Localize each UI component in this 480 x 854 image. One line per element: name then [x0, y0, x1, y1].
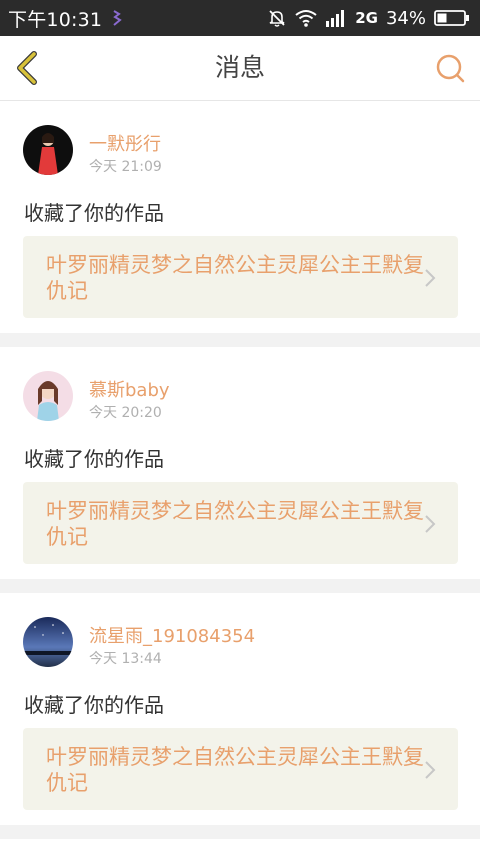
search-button[interactable] — [434, 52, 466, 84]
search-icon — [436, 54, 465, 83]
avatar[interactable] — [23, 125, 73, 175]
status-bar: 下午10:31 2G 34% — [0, 0, 480, 36]
work-link[interactable]: 叶罗丽精灵梦之自然公主灵犀公主王默复仇记 — [23, 482, 458, 564]
battery-percent: 34% — [385, 7, 426, 29]
page-title: 消息 — [214, 53, 265, 82]
username[interactable]: 流星雨_191084354 — [89, 622, 255, 648]
status-time: 下午10:31 — [8, 8, 103, 31]
work-title: 叶罗丽精灵梦之自然公主灵犀公主王默复仇记 — [46, 253, 424, 303]
message-card: 流星雨_191084354 今天 13:44 收藏了你的作品 叶罗丽精灵梦之自然… — [0, 593, 480, 825]
username[interactable]: 慕斯baby — [89, 376, 170, 402]
action-text: 收藏了你的作品 — [24, 693, 164, 717]
work-link[interactable]: 叶罗丽精灵梦之自然公主灵犀公主王默复仇记 — [23, 236, 458, 318]
header-bar: 消息 — [0, 36, 480, 101]
work-link[interactable]: 叶罗丽精灵梦之自然公主灵犀公主王默复仇记 — [23, 728, 458, 810]
chevron-right-icon — [425, 269, 436, 287]
work-title: 叶罗丽精灵梦之自然公主灵犀公主王默复仇记 — [46, 745, 424, 795]
app-notification-icon — [110, 10, 122, 26]
message-card: 慕斯baby 今天 20:20 收藏了你的作品 叶罗丽精灵梦之自然公主灵犀公主王… — [0, 347, 480, 579]
work-title: 叶罗丽精灵梦之自然公主灵犀公主王默复仇记 — [46, 499, 424, 549]
message-card-partial — [0, 839, 480, 854]
avatar[interactable] — [23, 617, 73, 667]
timestamp: 今天 13:44 — [89, 651, 162, 667]
timestamp: 今天 21:09 — [89, 159, 162, 175]
battery-icon — [434, 9, 470, 27]
chevron-right-icon — [425, 515, 436, 533]
chevron-right-icon — [425, 761, 436, 779]
action-text: 收藏了你的作品 — [24, 201, 164, 225]
timestamp: 今天 20:20 — [89, 405, 162, 421]
network-type: 2G — [355, 9, 378, 27]
username[interactable]: 一默彤行 — [89, 130, 161, 156]
avatar[interactable] — [23, 371, 73, 421]
action-text: 收藏了你的作品 — [24, 447, 164, 471]
signal-icon — [325, 9, 347, 27]
wifi-icon — [295, 9, 317, 27]
message-card: 一默彤行 今天 21:09 收藏了你的作品 叶罗丽精灵梦之自然公主灵犀公主王默复… — [0, 101, 480, 333]
bell-muted-icon — [267, 8, 287, 28]
